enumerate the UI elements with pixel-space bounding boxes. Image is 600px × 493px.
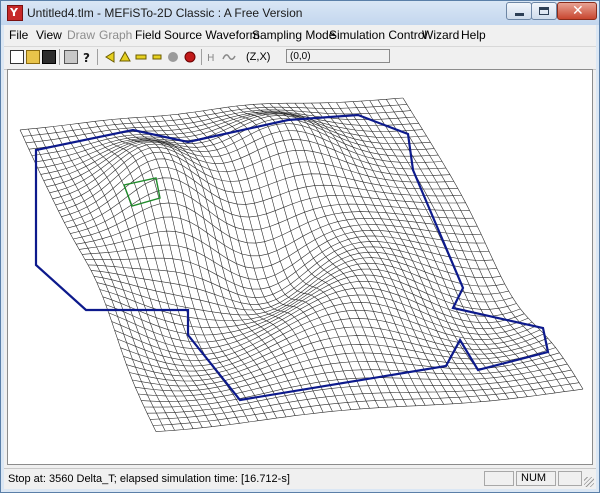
- mesh-line: [36, 128, 175, 431]
- zoom-out-icon[interactable]: [134, 50, 148, 64]
- toolbar-separator: [97, 49, 98, 65]
- mesh-line: [90, 246, 497, 305]
- field-surface-mesh: [19, 97, 584, 432]
- stop-icon[interactable]: [150, 50, 164, 64]
- mesh-line: [103, 120, 250, 423]
- menu-wizard[interactable]: Wizard: [422, 28, 459, 42]
- mesh-line: [155, 388, 584, 432]
- mesh-line: [144, 363, 568, 408]
- mesh-line: [28, 128, 166, 432]
- step-up-icon[interactable]: [118, 50, 132, 64]
- mesh-line: [114, 294, 529, 356]
- minimize-icon: [515, 13, 524, 16]
- mesh-line: [194, 111, 352, 410]
- minimize-button[interactable]: [506, 2, 532, 20]
- record-icon[interactable]: [183, 50, 197, 64]
- mesh-line: [40, 115, 431, 175]
- coord-readout: (0,0): [286, 49, 390, 63]
- waveform-icon[interactable]: [222, 50, 236, 64]
- field-plot-canvas[interactable]: [7, 69, 593, 465]
- toolbar-separator: [59, 49, 60, 65]
- mesh-line: [129, 335, 548, 382]
- status-bar: Stop at: 3560 Delta_T; elapsed simulatio…: [4, 468, 596, 489]
- app-icon-glyph: Y: [10, 6, 18, 19]
- mesh-line: [227, 106, 389, 408]
- menu-help[interactable]: Help: [461, 28, 486, 42]
- menu-graph[interactable]: Graph: [99, 28, 132, 42]
- help-question-icon[interactable]: ?: [80, 50, 94, 65]
- run-probe-icon[interactable]: H: [206, 50, 220, 64]
- mesh-line: [58, 151, 454, 212]
- mesh-line: [161, 115, 315, 414]
- window-title: Untitled4.tlm - MEFiSTo-2D Classic : A F…: [27, 6, 303, 20]
- pause-icon[interactable]: [166, 50, 180, 64]
- svg-text:H: H: [207, 53, 215, 64]
- app-icon[interactable]: Y: [7, 5, 23, 21]
- mesh-line: [244, 104, 407, 407]
- mesh-line: [123, 318, 541, 372]
- mesh-line: [152, 382, 580, 426]
- mesh-line: [111, 119, 259, 421]
- menu-simulation-control[interactable]: Simulation Control: [329, 28, 427, 42]
- mesh-line: [402, 97, 584, 390]
- mesh-line: [336, 102, 509, 400]
- mesh-line: [369, 100, 547, 395]
- menu-sampling-mode[interactable]: Sampling Mode: [252, 28, 335, 42]
- menu-draw[interactable]: Draw: [67, 28, 95, 42]
- print-icon[interactable]: [64, 50, 78, 64]
- open-folder-icon[interactable]: [26, 50, 40, 64]
- mesh-line: [19, 129, 157, 432]
- menu-source-waveform[interactable]: Source Waveform: [164, 28, 260, 42]
- new-file-icon[interactable]: [10, 50, 24, 64]
- mesh-line: [44, 127, 185, 430]
- close-button[interactable]: ✕: [557, 2, 597, 20]
- save-icon[interactable]: [42, 50, 56, 64]
- mesh-line: [177, 114, 333, 412]
- mesh-line: [202, 110, 361, 410]
- app-window: Y Untitled4.tlm - MEFiSTo-2D Classic : A…: [0, 0, 600, 493]
- menu-field[interactable]: Field: [135, 28, 161, 42]
- maximize-button[interactable]: [531, 2, 557, 20]
- coord-label: (Z,X): [246, 51, 271, 63]
- close-icon: ✕: [572, 3, 584, 19]
- maximize-icon: [539, 7, 549, 15]
- svg-text:?: ?: [83, 51, 90, 64]
- menu-bar: File View Draw Graph Field Source Wavefo…: [4, 25, 596, 45]
- field-mesh-plot: [19, 97, 584, 432]
- client-area: File View Draw Graph Field Source Wavefo…: [4, 25, 596, 489]
- toolbar-separator: [201, 49, 202, 65]
- status-pane-empty: [484, 471, 514, 486]
- step-back-icon[interactable]: [102, 50, 116, 64]
- menu-file[interactable]: File: [9, 28, 28, 42]
- status-message: Stop at: 3560 Delta_T; elapsed simulatio…: [8, 473, 290, 485]
- mesh-line: [302, 103, 472, 403]
- title-bar[interactable]: Y Untitled4.tlm - MEFiSTo-2D Classic : A…: [1, 1, 599, 25]
- resize-grip[interactable]: [584, 477, 594, 487]
- num-lock-indicator: NUM: [516, 471, 556, 486]
- menu-view[interactable]: View: [36, 28, 62, 42]
- status-pane-empty: [558, 471, 582, 486]
- toolbar: ? H (Z,X) (0,0): [4, 46, 596, 70]
- mesh-line: [37, 113, 427, 169]
- mesh-line: [73, 202, 474, 244]
